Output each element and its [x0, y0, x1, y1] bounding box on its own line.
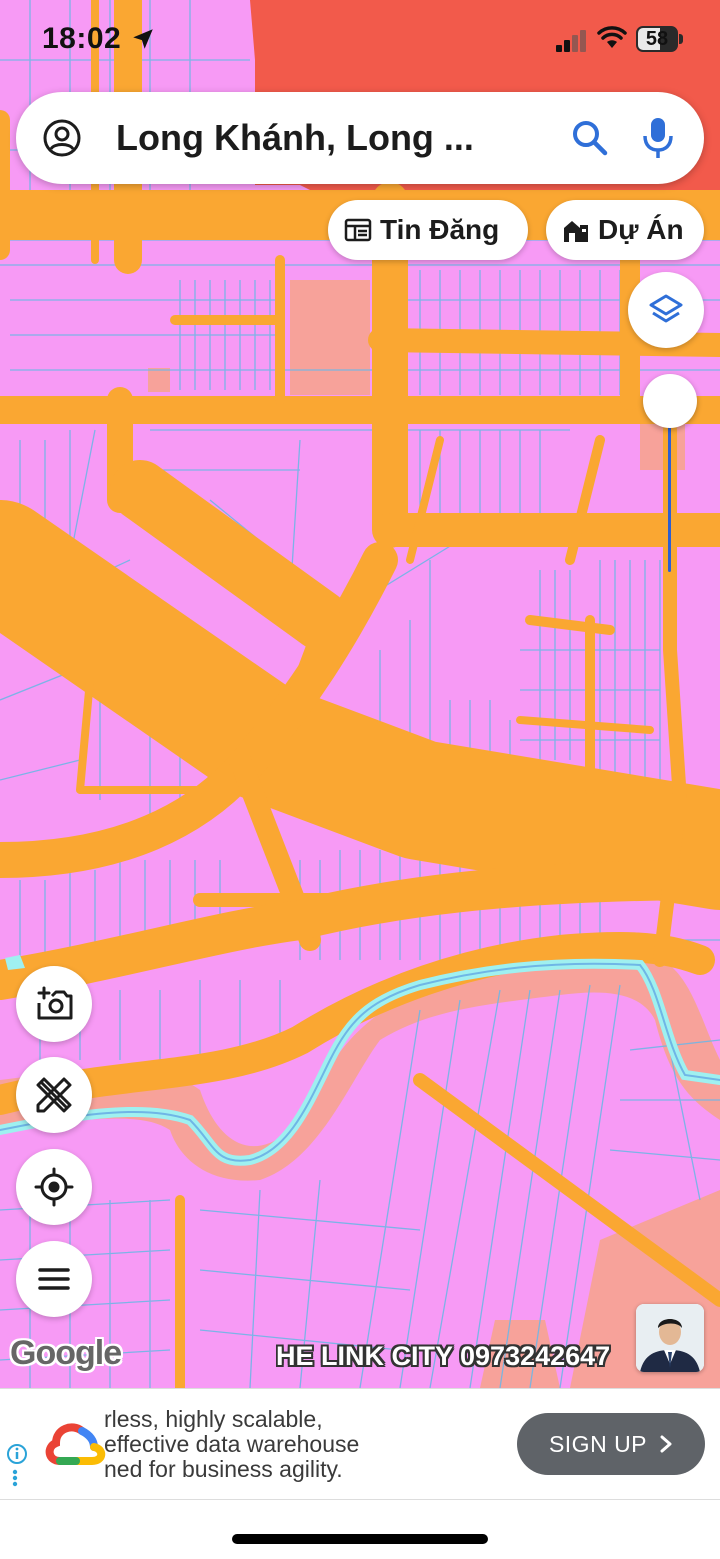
wifi-icon: [597, 26, 627, 48]
sign-up-button[interactable]: SIGN UP: [517, 1413, 705, 1475]
ad-copy: rless, highly scalable, effective data w…: [104, 1407, 404, 1482]
search-bar[interactable]: Long Khánh, Long ...: [16, 92, 704, 184]
status-bar: 18:02 58: [0, 0, 720, 80]
cellular-signal-icon: [556, 30, 586, 52]
projects-chip[interactable]: Dự Án: [546, 200, 704, 260]
ad-copy-line: effective data warehouse: [104, 1431, 360, 1457]
battery-percentage: 58: [645, 28, 669, 50]
projects-icon: [564, 221, 588, 242]
my-location-button[interactable]: [16, 1149, 92, 1225]
opacity-slider-track[interactable]: [668, 410, 671, 572]
add-photo-icon: [37, 986, 73, 1020]
listing-marquee-text: HE LINK CITY 0973242647: [276, 1341, 611, 1371]
account-circle-icon[interactable]: [42, 118, 82, 158]
search-input[interactable]: Long Khánh, Long ...: [116, 116, 546, 160]
google-cloud-logo-icon: [45, 1423, 106, 1465]
layers-icon: [649, 294, 683, 323]
listings-chip[interactable]: Tin Đăng: [328, 200, 528, 260]
listing-marquee[interactable]: HE LINK CITY 0973242647: [276, 1336, 636, 1376]
microphone-icon[interactable]: [638, 116, 678, 160]
my-location-icon: [34, 1167, 74, 1207]
layers-button[interactable]: [628, 272, 704, 348]
projects-chip-label: Dự Án: [598, 214, 684, 245]
menu-icon: [38, 1268, 70, 1290]
home-area: [0, 1500, 720, 1559]
google-attribution: Google: [10, 1334, 122, 1372]
location-arrow-icon: [133, 29, 153, 49]
home-indicator[interactable]: [232, 1534, 488, 1544]
ad-info-icon[interactable]: [6, 1443, 28, 1465]
ad-copy-line: ned for business agility.: [104, 1456, 343, 1482]
add-photo-button[interactable]: [16, 966, 92, 1042]
agent-portrait-icon: [636, 1304, 704, 1372]
status-time: 18:02: [42, 22, 122, 55]
ad-options-icon[interactable]: [12, 1469, 18, 1487]
chevron-right-icon: [660, 1435, 672, 1453]
battery-icon: 58: [636, 26, 684, 52]
menu-button[interactable]: [16, 1241, 92, 1317]
listings-chip-label: Tin Đăng: [380, 214, 500, 245]
agent-avatar[interactable]: [636, 1304, 704, 1372]
listings-icon: [344, 218, 372, 242]
opacity-slider-thumb[interactable]: [643, 374, 697, 428]
ad-banner[interactable]: rless, highly scalable, effective data w…: [0, 1388, 720, 1500]
ad-copy-line: rless, highly scalable,: [104, 1407, 323, 1432]
search-icon[interactable]: [570, 118, 610, 158]
sign-up-label: SIGN UP: [548, 1430, 648, 1457]
ruler-pencil-icon: [36, 1077, 72, 1113]
measure-tool-button[interactable]: [16, 1057, 92, 1133]
